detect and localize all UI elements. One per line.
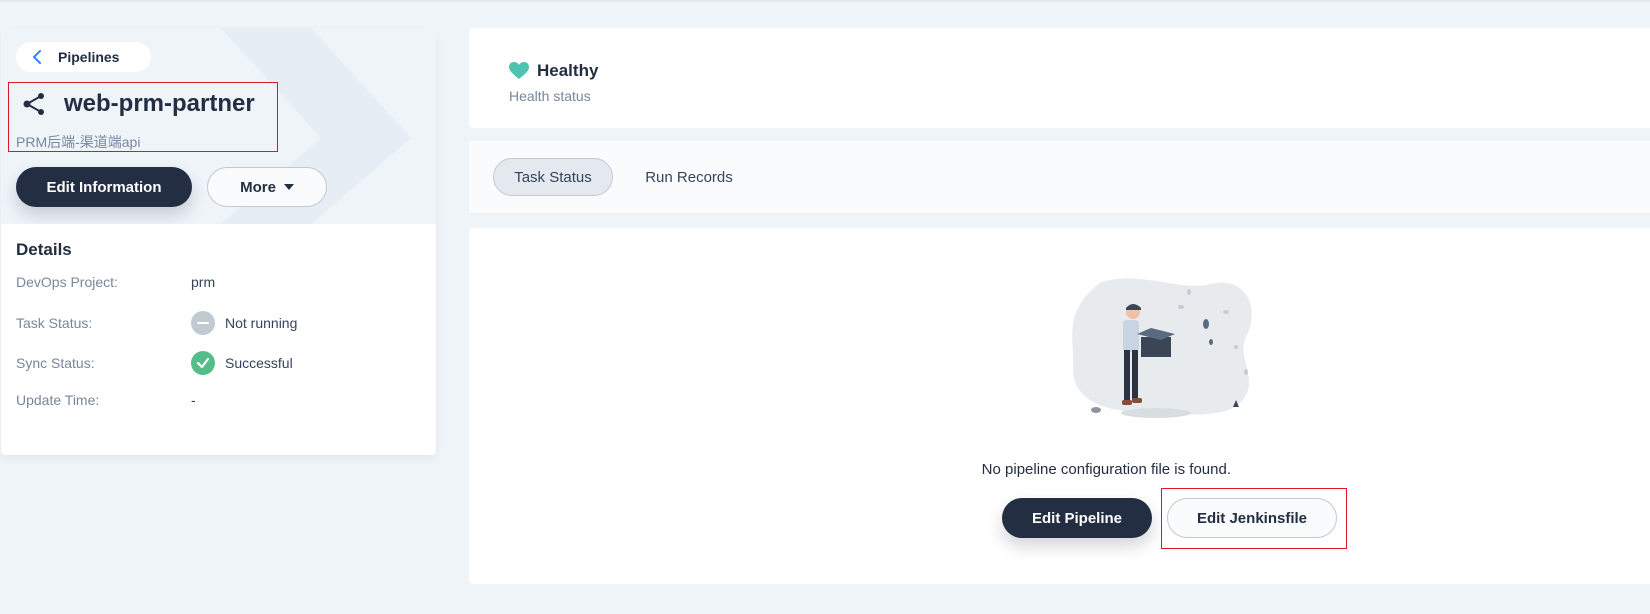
title-row: web-prm-partner	[22, 90, 255, 118]
pipeline-info-panel: Pipelines web-prm-partner PRM后端-渠道端api E…	[1, 28, 436, 455]
back-to-pipelines-button[interactable]: Pipelines	[16, 42, 151, 72]
success-check-icon	[191, 351, 215, 375]
caret-down-icon	[283, 184, 294, 190]
empty-box-illustration	[1072, 278, 1252, 418]
pipeline-header: Pipelines web-prm-partner PRM后端-渠道端api E…	[1, 28, 436, 224]
detail-key: Task Status:	[16, 315, 93, 331]
health-label: Health status	[509, 88, 591, 104]
edit-information-button[interactable]: Edit Information	[16, 167, 192, 207]
detail-key: Update Time:	[16, 392, 100, 408]
page-title: web-prm-partner	[64, 90, 255, 117]
more-dropdown-button[interactable]: More	[207, 167, 327, 207]
empty-state-message: No pipeline configuration file is found.	[981, 461, 1231, 478]
more-label: More	[240, 178, 276, 196]
detail-key: DevOps Project:	[16, 274, 118, 290]
detail-row-devops-project: DevOps Project: prm	[16, 274, 215, 290]
detail-value: Not running	[225, 315, 298, 331]
detail-value: Successful	[225, 355, 293, 371]
detail-row-update-time: Update Time: -	[16, 392, 196, 408]
heart-icon	[509, 62, 529, 79]
pipeline-icon	[23, 93, 44, 115]
health-status-card: Healthy Health status	[469, 28, 1650, 128]
task-status-content: No pipeline configuration file is found.…	[469, 228, 1650, 584]
tab-bar: Task Status Run Records	[469, 141, 1650, 213]
detail-key: Sync Status:	[16, 355, 95, 371]
edit-jenkinsfile-button[interactable]: Edit Jenkinsfile	[1167, 498, 1337, 538]
tab-task-status[interactable]: Task Status	[493, 158, 613, 196]
health-value: Healthy	[537, 61, 599, 80]
top-divider	[0, 0, 1650, 2]
details-heading: Details	[16, 240, 72, 259]
chevron-left-icon	[33, 50, 41, 64]
detail-value: -	[191, 392, 196, 408]
tab-run-records[interactable]: Run Records	[639, 158, 739, 196]
back-label: Pipelines	[58, 49, 120, 65]
not-running-icon	[191, 311, 215, 335]
edit-pipeline-button[interactable]: Edit Pipeline	[1002, 498, 1152, 538]
detail-row-sync-status: Sync Status: Successful	[16, 351, 293, 375]
detail-row-task-status: Task Status: Not running	[16, 311, 297, 335]
pipeline-description: PRM后端-渠道端api	[16, 134, 141, 150]
detail-value: prm	[191, 274, 216, 290]
